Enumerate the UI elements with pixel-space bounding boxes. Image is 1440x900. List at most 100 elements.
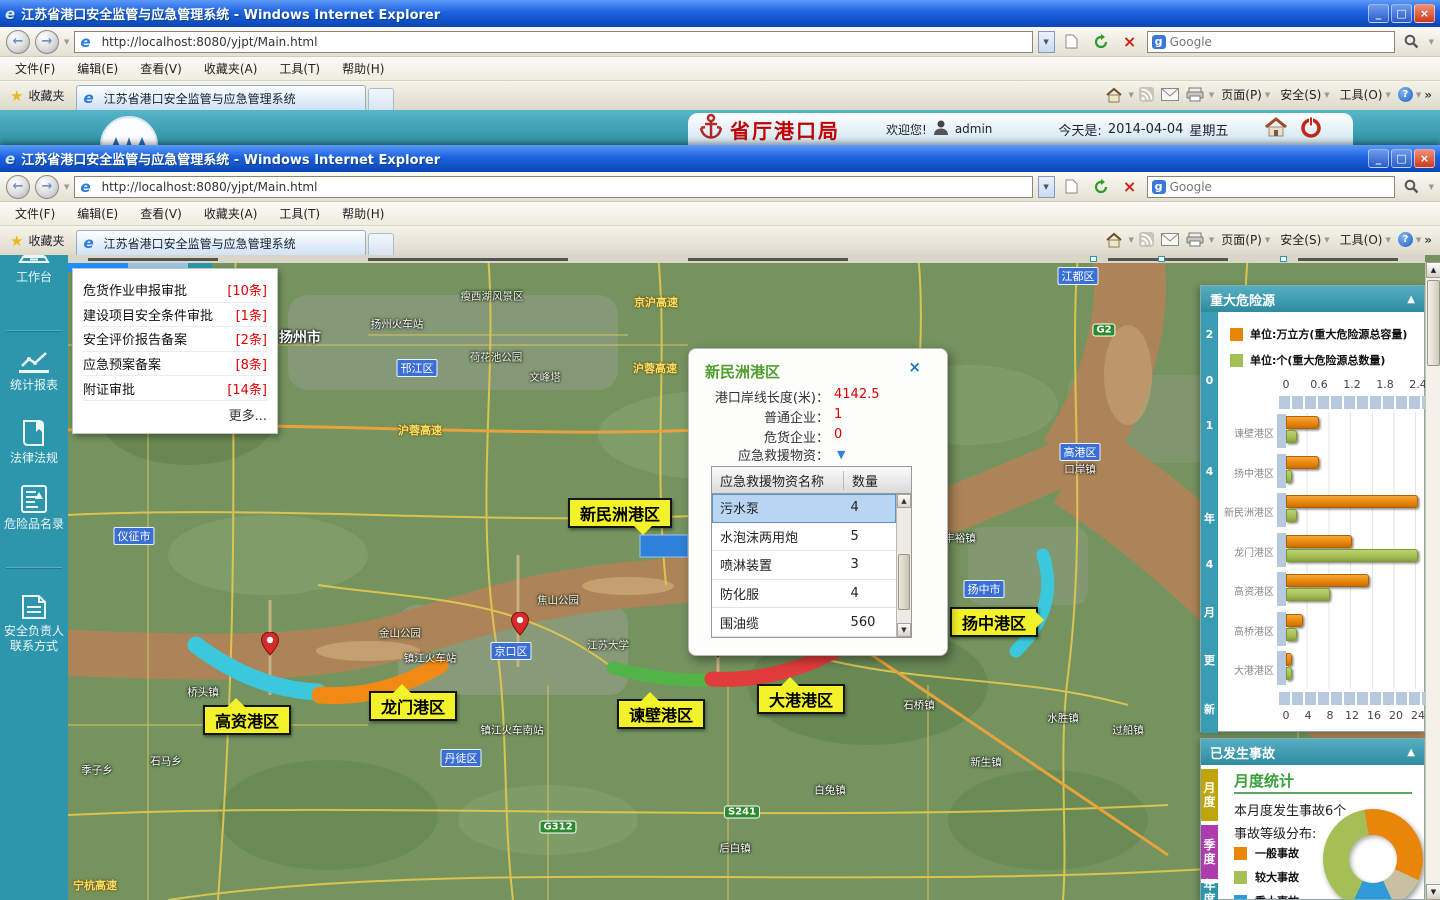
maximize-button[interactable]: □ [1391, 4, 1412, 23]
search-input[interactable]: g Google [1147, 31, 1395, 53]
home-shortcut-icon[interactable] [1264, 117, 1288, 141]
todo-item[interactable]: 建设项目安全条件审批[1条] [83, 303, 267, 328]
sidebar-item-法律法规[interactable]: 法律法规 [0, 418, 68, 466]
table-row[interactable]: 喷淋装置3 [712, 551, 896, 580]
browser-tab[interactable]: e 江苏省港口安全监管与应急管理系统 [76, 230, 366, 255]
command-button-工具(O)[interactable]: 工具(O)▼ [1336, 231, 1395, 248]
forward-button[interactable]: → [35, 175, 59, 199]
dropdown-icon[interactable]: ▼ [1265, 236, 1270, 244]
dropdown-icon[interactable]: ▼ [1324, 91, 1329, 99]
hazard-panel-header[interactable]: 重大危险源 ▲ [1201, 286, 1424, 312]
todo-item[interactable]: 应急预案备案[8条] [83, 352, 267, 377]
popup-close-icon[interactable]: × [908, 360, 921, 375]
history-dropdown-icon[interactable]: ▼ [64, 183, 69, 191]
help-dropdown-icon[interactable]: ▼ [1416, 236, 1421, 244]
search-dropdown-icon[interactable]: ▼ [1429, 38, 1434, 46]
table-row[interactable]: 污水泵4 [712, 494, 896, 523]
accidents-tab-年度[interactable]: 年度 [1201, 883, 1218, 900]
window-titlebar[interactable]: e 江苏省港口安全监管与应急管理系统 - Windows Internet Ex… [0, 0, 1440, 27]
back-button[interactable]: ← [6, 175, 30, 199]
stop-icon[interactable]: × [1118, 175, 1142, 199]
dropdown-icon[interactable]: ▼ [1385, 236, 1390, 244]
favorites-button[interactable]: ★ 收藏夹 [4, 226, 70, 255]
menu-item-收藏夹(A)[interactable]: 收藏夹(A) [193, 205, 269, 222]
port-callout-谏壁港区[interactable]: 谏壁港区 [617, 699, 705, 729]
command-button-页面(P)[interactable]: 页面(P)▼ [1217, 231, 1274, 248]
back-button[interactable]: ← [6, 30, 30, 54]
map-layer-toggle[interactable] [1280, 256, 1287, 262]
help-dropdown-icon[interactable]: ▼ [1416, 91, 1421, 99]
menu-item-帮助(H)[interactable]: 帮助(H) [331, 60, 395, 77]
materials-row[interactable]: 应急救援物资： ▼ [689, 445, 947, 465]
rss-icon[interactable] [1137, 232, 1156, 247]
map-layer-toggle[interactable] [1158, 256, 1165, 262]
scroll-up-icon[interactable]: ▲ [1426, 262, 1440, 278]
go-page-icon[interactable] [1060, 30, 1084, 54]
home-dropdown-icon[interactable]: ▼ [1128, 236, 1133, 244]
map-layer-toggle[interactable] [1090, 256, 1097, 262]
menu-item-收藏夹(A)[interactable]: 收藏夹(A) [193, 60, 269, 77]
accidents-tab-季度[interactable]: 季度 [1201, 825, 1218, 879]
menu-item-编辑(E)[interactable]: 编辑(E) [66, 60, 129, 77]
sidebar-item-安全负责人联系方式[interactable]: 安全负责人 联系方式 [0, 593, 68, 654]
port-callout-龙门港区[interactable]: 龙门港区 [369, 691, 457, 721]
url-dropdown-icon[interactable]: ▼ [1038, 176, 1055, 198]
todo-more-link[interactable]: 更多... [83, 401, 267, 424]
print-icon[interactable] [1184, 232, 1206, 247]
todo-item[interactable]: 危货作业申报审批[10条] [83, 278, 267, 303]
port-callout-高资港区[interactable]: 高资港区 [203, 705, 291, 735]
command-button-安全(S)[interactable]: 安全(S)▼ [1276, 231, 1333, 248]
rss-icon[interactable] [1137, 87, 1156, 102]
dropdown-icon[interactable]: ▼ [1324, 236, 1329, 244]
close-button[interactable]: × [1414, 149, 1435, 168]
map-pin-icon[interactable] [511, 612, 529, 640]
table-scroll-thumb[interactable] [898, 554, 910, 610]
url-field[interactable]: e http://localhost:8080/yjpt/Main.html [74, 176, 1032, 198]
sidebar-item-工作台[interactable]: 工作台 [0, 255, 68, 285]
dropdown-icon[interactable]: ▼ [1265, 91, 1270, 99]
search-input[interactable]: g Google [1147, 176, 1395, 198]
menu-item-工具(T)[interactable]: 工具(T) [268, 60, 331, 77]
port-callout-大港港区[interactable]: 大港港区 [757, 684, 845, 714]
refresh-icon[interactable] [1089, 175, 1113, 199]
help-icon[interactable]: ? [1398, 232, 1413, 247]
port-callout-新民洲港区[interactable]: 新民洲港区 [568, 498, 672, 528]
accidents-panel-header[interactable]: 已发生事故 ▲ [1201, 739, 1424, 765]
collapse-icon[interactable]: ▲ [1407, 294, 1415, 305]
dropdown-icon[interactable]: ▼ [1385, 91, 1390, 99]
search-icon[interactable] [1400, 30, 1424, 54]
table-scroll-up-icon[interactable]: ▲ [897, 494, 911, 508]
menu-item-文件(F)[interactable]: 文件(F) [4, 60, 66, 77]
overflow-chevron-icon[interactable]: » [1424, 233, 1432, 247]
table-row[interactable]: 水泡沫两用炮5 [712, 523, 896, 552]
minimize-button[interactable]: _ [1368, 4, 1389, 23]
menu-item-编辑(E)[interactable]: 编辑(E) [66, 205, 129, 222]
stop-icon[interactable]: × [1118, 30, 1142, 54]
port-callout-扬中港区[interactable]: 扬中港区 [950, 607, 1038, 637]
scroll-thumb[interactable] [1427, 280, 1440, 366]
forward-button[interactable]: → [35, 30, 59, 54]
go-page-icon[interactable] [1060, 175, 1084, 199]
menu-item-工具(T)[interactable]: 工具(T) [268, 205, 331, 222]
new-tab-button[interactable] [368, 88, 394, 110]
home-dropdown-icon[interactable]: ▼ [1128, 91, 1133, 99]
home-icon[interactable] [1103, 87, 1125, 103]
table-row[interactable]: 防化服4 [712, 580, 896, 609]
url-field[interactable]: e http://localhost:8080/yjpt/Main.html [74, 31, 1032, 53]
menu-item-文件(F)[interactable]: 文件(F) [4, 205, 66, 222]
search-dropdown-icon[interactable]: ▼ [1429, 183, 1434, 191]
materials-dropdown-icon[interactable]: ▼ [837, 449, 845, 460]
new-tab-button[interactable] [368, 233, 394, 255]
menu-item-帮助(H)[interactable]: 帮助(H) [331, 205, 395, 222]
todo-item[interactable]: 安全评价报告备案[2条] [83, 327, 267, 352]
home-icon[interactable] [1103, 232, 1125, 248]
scroll-down-icon[interactable]: ▼ [1426, 884, 1440, 900]
url-dropdown-icon[interactable]: ▼ [1038, 31, 1055, 53]
sidebar-item-统计报表[interactable]: 统计报表 [0, 351, 68, 393]
menu-item-查看(V)[interactable]: 查看(V) [129, 60, 193, 77]
page-scrollbar[interactable]: ▲ ▼ [1425, 262, 1440, 900]
search-icon[interactable] [1400, 175, 1424, 199]
history-dropdown-icon[interactable]: ▼ [64, 38, 69, 46]
print-dropdown-icon[interactable]: ▼ [1209, 91, 1214, 99]
overflow-chevron-icon[interactable]: » [1424, 88, 1432, 102]
